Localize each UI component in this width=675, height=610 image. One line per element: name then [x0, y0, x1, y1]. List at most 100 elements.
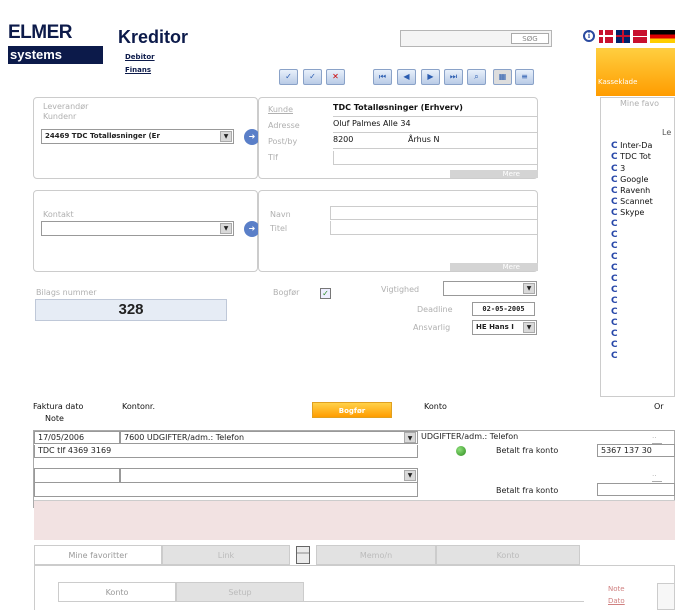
- german-flag-icon[interactable]: [650, 30, 675, 43]
- first-record-icon[interactable]: ⏮: [373, 69, 392, 85]
- bogfor-button[interactable]: Bogfør: [312, 402, 392, 418]
- favorite-item[interactable]: C Ravenh: [611, 186, 650, 196]
- kontonr-header: Kontonr.: [122, 402, 156, 411]
- favorite-item[interactable]: C: [611, 241, 618, 251]
- favorite-item[interactable]: C: [611, 307, 618, 317]
- deadline-label: Deadline: [417, 305, 453, 314]
- chevron-down-icon: ▼: [404, 470, 416, 481]
- previous-record-icon[interactable]: ◀: [397, 69, 416, 85]
- chevron-down-icon: ▼: [523, 322, 535, 333]
- kontonr-select-2[interactable]: ▼: [120, 468, 418, 483]
- favorites-sub: Le: [662, 128, 672, 137]
- note-field-2[interactable]: [34, 483, 418, 497]
- tab-konto[interactable]: Konto: [436, 545, 580, 565]
- titel-label: Titel: [270, 224, 288, 233]
- favorite-item[interactable]: C: [611, 296, 618, 306]
- faktura-dato-header: Faktura dato: [33, 402, 84, 411]
- contact-more-button[interactable]: Mere: [450, 263, 538, 271]
- favorite-item[interactable]: C: [611, 285, 618, 295]
- betalt-label-1: Betalt fra konto: [496, 446, 559, 455]
- ansvarlig-select[interactable]: HE Hans I ▼: [472, 320, 537, 335]
- bogfor-checkbox[interactable]: ✓: [320, 288, 331, 299]
- tab-memo[interactable]: Memo/n: [316, 545, 436, 565]
- contact-select[interactable]: ▼: [41, 221, 234, 236]
- date-picker-icon[interactable]: ‥: [652, 432, 662, 444]
- grid-icon[interactable]: ▦: [493, 69, 512, 85]
- titel-field[interactable]: [330, 221, 538, 235]
- note-side-box: [657, 583, 675, 610]
- favorite-item[interactable]: C: [611, 230, 618, 240]
- nav-finans-link[interactable]: Finans: [125, 66, 151, 74]
- tab-link[interactable]: Link: [162, 545, 290, 565]
- danish-flag-icon[interactable]: [599, 30, 613, 43]
- deadline-field[interactable]: 02-05-2005: [472, 302, 535, 316]
- search-button[interactable]: SØG: [511, 33, 549, 44]
- favorite-item[interactable]: C Scannet: [611, 197, 653, 207]
- new-icon[interactable]: ✓: [279, 69, 298, 85]
- chevron-down-icon: ▼: [404, 432, 416, 443]
- favorite-item[interactable]: C: [611, 340, 618, 350]
- favorite-item[interactable]: C Google: [611, 175, 648, 185]
- dato-label[interactable]: Dato: [608, 597, 625, 605]
- list-icon[interactable]: ≡: [515, 69, 534, 85]
- kasseklade-tab[interactable]: Kasseklade: [596, 48, 675, 96]
- tab-mine-favoritter[interactable]: Mine favoritter: [34, 545, 162, 565]
- chevron-down-icon: ▼: [220, 131, 232, 142]
- supplier-more-button[interactable]: Mere: [450, 170, 538, 178]
- delete-icon[interactable]: ✕: [326, 69, 345, 85]
- search-input[interactable]: SØG: [400, 30, 552, 47]
- supplier-select[interactable]: 24469 TDC Totalløsninger (Er ▼: [41, 129, 234, 144]
- next-record-icon[interactable]: ▶: [421, 69, 440, 85]
- favorite-item[interactable]: C: [611, 329, 618, 339]
- favorite-item[interactable]: C TDC Tot: [611, 152, 651, 162]
- favorite-item[interactable]: C Skype: [611, 208, 644, 218]
- last-record-icon[interactable]: ⏭: [444, 69, 463, 85]
- favorite-item[interactable]: C: [611, 219, 618, 229]
- favorite-item[interactable]: C Inter-Da: [611, 141, 652, 151]
- kontonr-select[interactable]: 7600 UDGIFTER/adm.: Telefon ▼: [120, 431, 418, 444]
- contact-label: Kontakt: [43, 210, 74, 219]
- favorite-item[interactable]: C: [611, 274, 618, 284]
- city-value: Århus N: [408, 135, 440, 144]
- uk-flag-icon[interactable]: [616, 30, 630, 43]
- faktura-dato-field-2[interactable]: [34, 468, 120, 483]
- favorite-item[interactable]: C 3: [611, 164, 625, 174]
- postby-label: Post/by: [268, 137, 298, 146]
- tlf-value: [333, 151, 538, 165]
- supplier-label: Leverandør: [43, 102, 89, 111]
- subtab-setup[interactable]: Setup: [176, 582, 304, 602]
- note-label: Note: [608, 585, 625, 593]
- subtab-content: [58, 601, 584, 610]
- chevron-down-icon: ▼: [523, 283, 535, 294]
- adresse-value: Oluf Palmes Alle 34: [333, 119, 538, 133]
- status-green-icon: [456, 446, 466, 456]
- subtab-konto[interactable]: Konto: [58, 582, 176, 602]
- navn-field[interactable]: [330, 206, 538, 220]
- betalt-fra-konto-field-2[interactable]: [597, 483, 675, 496]
- save-icon[interactable]: ✓: [303, 69, 322, 85]
- ansvarlig-label: Ansvarlig: [413, 323, 451, 332]
- faktura-dato-field[interactable]: 17/05/2006: [34, 431, 120, 444]
- company-logo: ELMER systems: [8, 22, 106, 66]
- vigtighed-select[interactable]: ▼: [443, 281, 537, 296]
- favorite-item[interactable]: C: [611, 351, 618, 361]
- bilag-number-field[interactable]: 328: [35, 299, 227, 321]
- favorite-item[interactable]: C: [611, 263, 618, 273]
- info-icon[interactable]: i: [583, 30, 595, 42]
- nav-debitor-link[interactable]: Debitor: [125, 53, 155, 61]
- kunde-value: TDC Totalløsninger (Erhverv): [333, 103, 538, 117]
- notepad-icon[interactable]: [296, 546, 310, 564]
- favorites-heading: Mine favo: [620, 99, 660, 108]
- right-column-header: Or: [654, 402, 664, 411]
- lookup-icon[interactable]: ⌕: [467, 69, 486, 85]
- vigtighed-label: Vigtighed: [381, 285, 420, 294]
- summary-area: [34, 500, 675, 540]
- favorite-item[interactable]: C: [611, 318, 618, 328]
- kunde-label[interactable]: Kunde: [268, 105, 293, 114]
- favorite-item[interactable]: C: [611, 252, 618, 262]
- betalt-fra-konto-field-1[interactable]: 5367 137 30: [597, 444, 675, 457]
- date-picker-icon[interactable]: ‥: [652, 470, 662, 482]
- norwegian-flag-icon[interactable]: [633, 30, 647, 43]
- note-field[interactable]: TDC tlf 4369 3169: [34, 445, 418, 458]
- navn-label: Navn: [270, 210, 291, 219]
